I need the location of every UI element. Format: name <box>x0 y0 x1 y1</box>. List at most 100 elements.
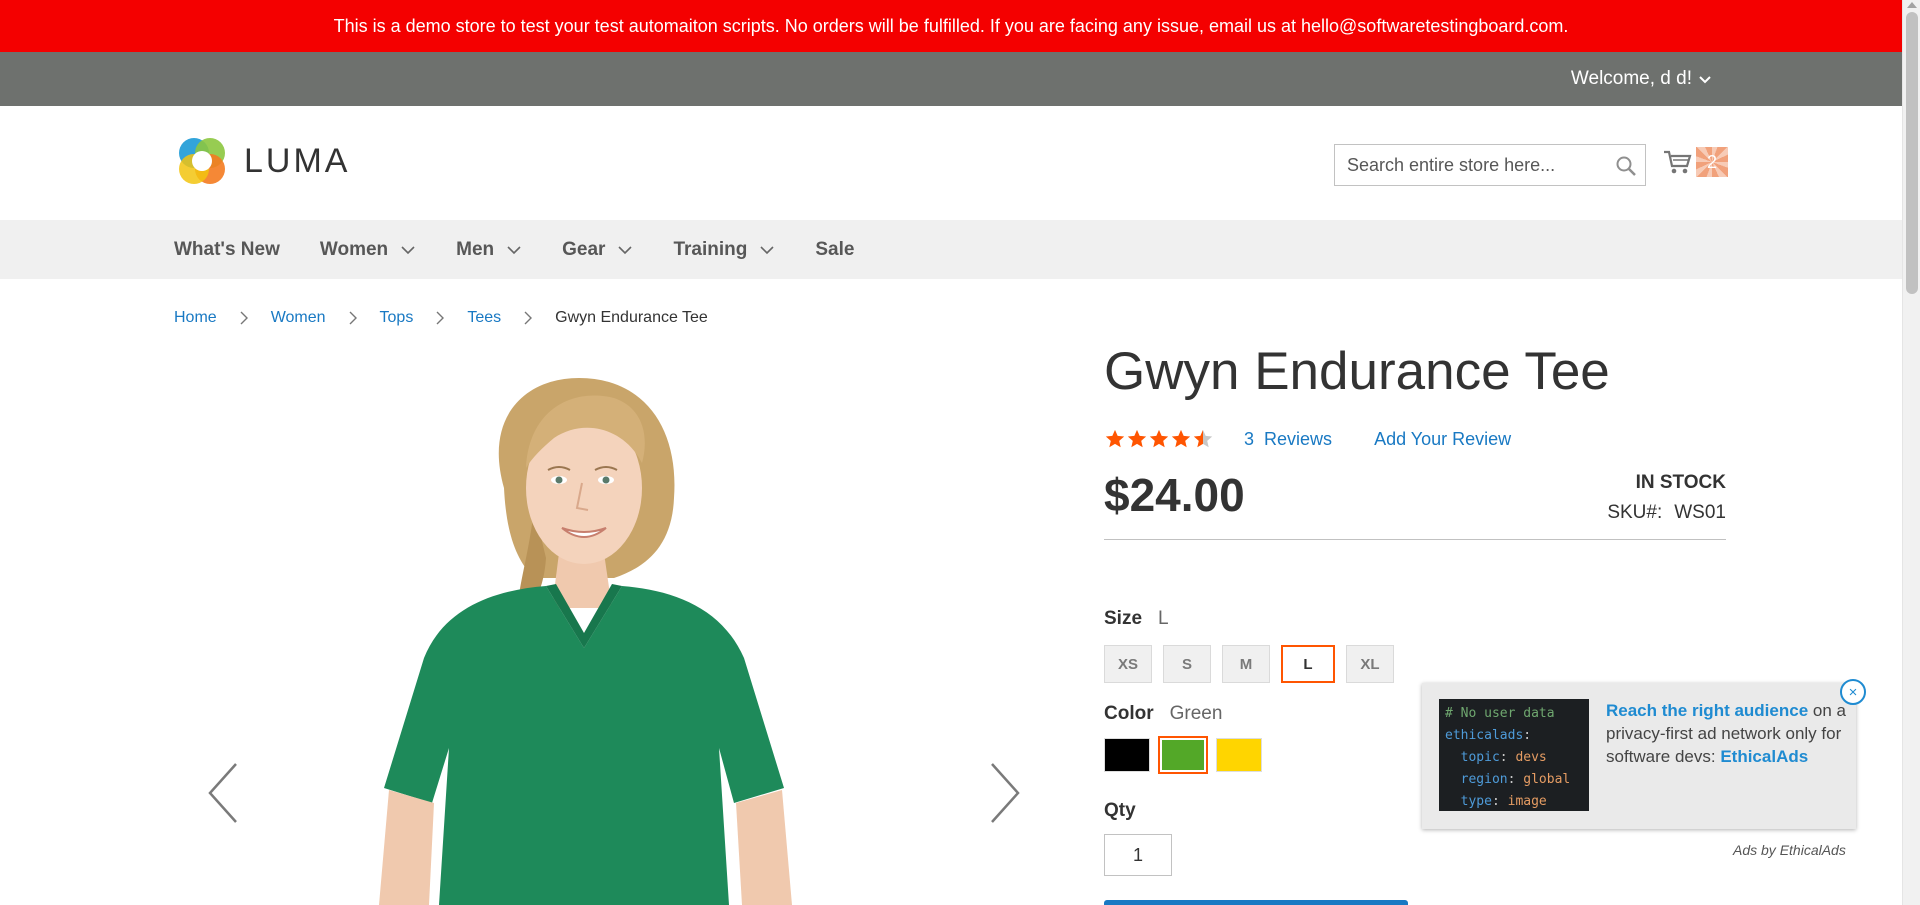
chevron-down-icon <box>618 245 633 254</box>
product-title: Gwyn Endurance Tee <box>1104 342 1610 401</box>
search-icon[interactable] <box>1615 155 1637 177</box>
nav-list: What's New Women Men Gear Training Sale <box>174 220 894 279</box>
star-icon <box>1171 429 1191 448</box>
product-info: Gwyn Endurance Tee 3 Reviews Add Your Re… <box>1104 340 1726 905</box>
star-icon <box>1105 429 1125 448</box>
logo-text: LUMA <box>244 141 351 180</box>
cart-icon[interactable] <box>1662 146 1694 178</box>
size-attribute-label: Size L <box>1104 608 1169 630</box>
size-option-xl[interactable]: XL <box>1346 645 1394 683</box>
ad-code-line: type: image <box>1460 794 1547 809</box>
breadcrumb-item[interactable]: Women <box>271 309 326 327</box>
stock-status: In stock <box>1635 472 1726 493</box>
breadcrumb-item[interactable]: Home <box>174 309 217 327</box>
ad-text[interactable]: Reach the right audience on a privacy-fi… <box>1606 699 1846 768</box>
page-header: LUMA 2 <box>0 106 1902 220</box>
nav-item-label: Gear <box>562 238 606 260</box>
chevron-down-icon <box>507 245 521 254</box>
nav-item-training[interactable]: Training <box>673 239 775 261</box>
size-option-s[interactable]: S <box>1163 645 1211 683</box>
scrollbar-thumb[interactable] <box>1906 12 1918 294</box>
size-option-m[interactable]: M <box>1222 645 1270 683</box>
qty-input[interactable] <box>1104 834 1172 876</box>
breadcrumb-item[interactable]: Tees <box>467 309 501 327</box>
star-icon <box>1149 429 1169 448</box>
nav-item-label: Training <box>673 238 748 260</box>
cart-count-badge: 2 <box>1696 147 1728 177</box>
search-box[interactable] <box>1334 144 1646 186</box>
reviews-label: Reviews <box>1264 428 1333 449</box>
chevron-down-icon <box>401 245 415 254</box>
star-icon <box>1193 429 1213 448</box>
size-selected-value: L <box>1158 608 1169 629</box>
color-options <box>1104 736 1262 774</box>
size-option-xs[interactable]: XS <box>1104 645 1152 683</box>
add-review-link[interactable]: Add Your Review <box>1374 429 1511 450</box>
nav-item-what-s-new[interactable]: What's New <box>174 239 280 261</box>
demo-notice-text: This is a demo store to test your test a… <box>333 15 1569 36</box>
ads-by-ethicalads[interactable]: Ads by EthicalAds <box>1733 842 1846 858</box>
product-price: $24.00 <box>1104 469 1245 521</box>
gallery-prev-arrow-icon[interactable] <box>206 762 240 824</box>
nav-item-label: Sale <box>815 238 855 260</box>
luma-logo-icon <box>179 138 225 184</box>
page-scrollbar[interactable] <box>1902 0 1920 905</box>
breadcrumb: Home Women Tops Tees Gwyn Endurance Tee <box>174 309 708 327</box>
customer-welcome-menu[interactable]: Welcome, d d! <box>1571 52 1712 106</box>
breadcrumb-item: Gwyn Endurance Tee <box>555 309 708 326</box>
star-icon <box>1127 429 1147 448</box>
main-navigation: What's New Women Men Gear Training Sale <box>0 220 1902 279</box>
product-gallery <box>174 358 1054 905</box>
nav-item-women[interactable]: Women <box>320 239 416 261</box>
ad-headline[interactable]: Reach the right audience <box>1606 701 1808 720</box>
chevron-right-icon <box>524 311 533 325</box>
color-swatch-green[interactable] <box>1158 736 1208 774</box>
ethicalads-banner[interactable]: # No user data ethicalads: topic: devs re… <box>1422 679 1866 829</box>
cart-count-text: 2 <box>1706 151 1717 172</box>
nav-item-sale[interactable]: Sale <box>815 239 854 261</box>
breadcrumb-item[interactable]: Tops <box>380 309 414 327</box>
chevron-right-icon <box>436 311 445 325</box>
ad-code-line: # No user data <box>1445 706 1555 721</box>
product-sku: SKU#: WS01 <box>1607 502 1726 524</box>
chevron-down-icon <box>1699 76 1711 84</box>
color-label: Color <box>1104 703 1154 724</box>
size-option-l[interactable]: L <box>1281 645 1335 683</box>
add-to-cart-button[interactable] <box>1104 900 1408 905</box>
minicart[interactable]: 2 <box>1662 146 1728 178</box>
ad-code-image: # No user data ethicalads: topic: devs re… <box>1439 699 1589 811</box>
color-swatch-yellow[interactable] <box>1216 738 1262 772</box>
sku-label: SKU#: <box>1607 502 1663 523</box>
chevron-right-icon <box>349 311 357 325</box>
product-reviews-summary: 3 Reviews Add Your Review <box>1104 428 1511 450</box>
ad-code-line: region: global <box>1460 772 1571 787</box>
store-logo[interactable]: LUMA <box>174 133 350 189</box>
header-top-bar: Welcome, d d! <box>0 52 1902 106</box>
product-image <box>379 378 792 905</box>
nav-item-label: What's New <box>174 238 280 260</box>
ad-close-button[interactable]: × <box>1840 679 1866 705</box>
color-attribute-label: Color Green <box>1104 703 1222 725</box>
welcome-text: Welcome, d d! <box>1570 68 1692 89</box>
nav-item-gear[interactable]: Gear <box>562 239 633 261</box>
nav-item-men[interactable]: Men <box>456 239 522 261</box>
nav-item-label: Men <box>456 238 495 260</box>
reviews-link[interactable]: 3 Reviews <box>1244 429 1332 450</box>
scroll-up-icon[interactable] <box>1907 2 1917 8</box>
size-options: XS S M L XL <box>1104 645 1394 683</box>
reviews-count: 3 <box>1244 428 1255 449</box>
demo-notice-banner: This is a demo store to test your test a… <box>0 0 1902 52</box>
qty-label: Qty <box>1104 800 1136 821</box>
chevron-down-icon <box>760 245 774 254</box>
color-swatch-black[interactable] <box>1104 738 1150 772</box>
nav-item-label: Women <box>319 238 389 260</box>
gallery-next-arrow-icon[interactable] <box>988 762 1022 824</box>
chevron-right-icon <box>240 311 248 325</box>
size-label: Size <box>1104 608 1143 629</box>
search-input[interactable] <box>1335 145 1645 185</box>
color-selected-value: Green <box>1169 703 1223 724</box>
divider <box>1104 539 1726 540</box>
ad-brand[interactable]: EthicalAds <box>1720 747 1808 766</box>
ad-code-line: ethicalads: <box>1445 728 1532 743</box>
rating-stars <box>1104 428 1216 450</box>
